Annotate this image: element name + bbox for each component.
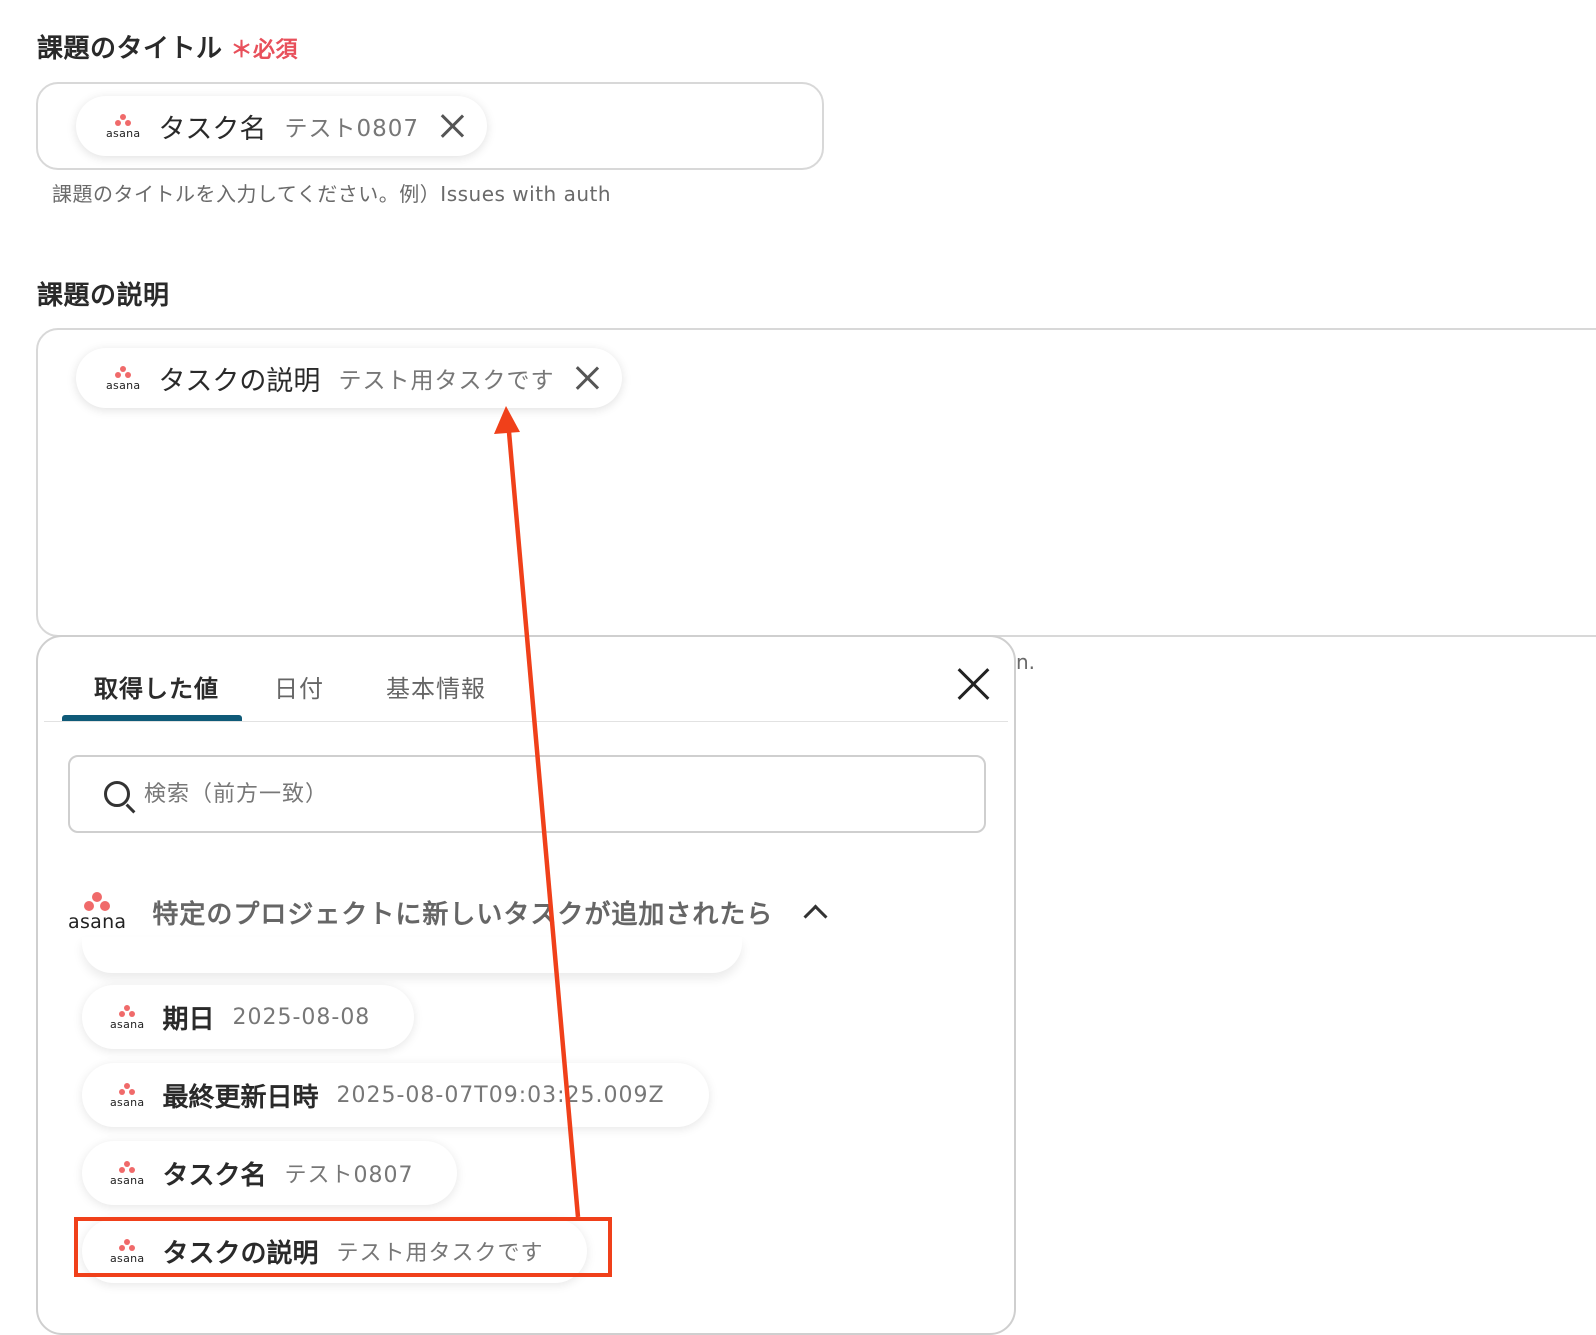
remove-chip-icon[interactable]	[574, 365, 600, 391]
asana-logo-icon: asana	[110, 1004, 144, 1030]
asana-logo-icon: asana	[106, 365, 140, 391]
group-title: 特定のプロジェクトに新しいタスクが追加されたら	[152, 899, 774, 930]
tab-basic-info[interactable]: 基本情報	[386, 669, 486, 704]
close-icon[interactable]	[956, 667, 990, 701]
search-icon	[104, 781, 130, 807]
required-badge: ＊必須	[230, 38, 299, 63]
title-token-chip[interactable]: asana タスク名 テスト0807	[76, 96, 487, 156]
list-item-last-modified[interactable]: asana 最終更新日時 2025-08-07T09:03:25.009Z	[82, 1063, 709, 1127]
scrolled-list-item	[82, 937, 742, 973]
asana-logo-icon: asana	[106, 113, 140, 139]
description-hint: n.	[1016, 650, 1036, 674]
list-item-due-date[interactable]: asana 期日 2025-08-08	[82, 985, 415, 1049]
asana-logo-icon: asana	[68, 892, 126, 932]
chevron-up-icon[interactable]	[803, 903, 828, 929]
trigger-group-header[interactable]: asana 特定のプロジェクトに新しいタスクが追加されたら	[68, 892, 828, 932]
tab-acquired-values[interactable]: 取得した値	[94, 669, 219, 704]
chip-value: テスト用タスクです	[338, 368, 555, 394]
search-box[interactable]	[68, 755, 986, 833]
list-item-task-name[interactable]: asana タスク名 テスト0807	[82, 1141, 458, 1205]
description-input[interactable]: asana タスクの説明 テスト用タスクです	[36, 328, 1596, 637]
title-field-label: 課題のタイトル ＊必須	[37, 28, 298, 65]
asana-logo-icon: asana	[110, 1082, 144, 1108]
highlight-box	[74, 1217, 612, 1277]
title-label-text: 課題のタイトル	[37, 34, 223, 64]
title-hint: 課題のタイトルを入力してください。例）Issues with auth	[52, 182, 612, 206]
asana-logo-icon: asana	[110, 1160, 144, 1186]
tab-date[interactable]: 日付	[274, 669, 324, 704]
description-field-label: 課題の説明	[37, 281, 170, 311]
description-token-chip[interactable]: asana タスクの説明 テスト用タスクです	[76, 348, 623, 408]
title-input[interactable]: asana タスク名 テスト0807	[36, 82, 824, 170]
chip-value: テスト0807	[284, 116, 419, 142]
chip-key: タスクの説明	[158, 365, 321, 397]
tabs-divider	[44, 721, 1008, 722]
search-input[interactable]	[142, 780, 846, 808]
chip-key: タスク名	[158, 113, 267, 145]
remove-chip-icon[interactable]	[439, 113, 465, 139]
